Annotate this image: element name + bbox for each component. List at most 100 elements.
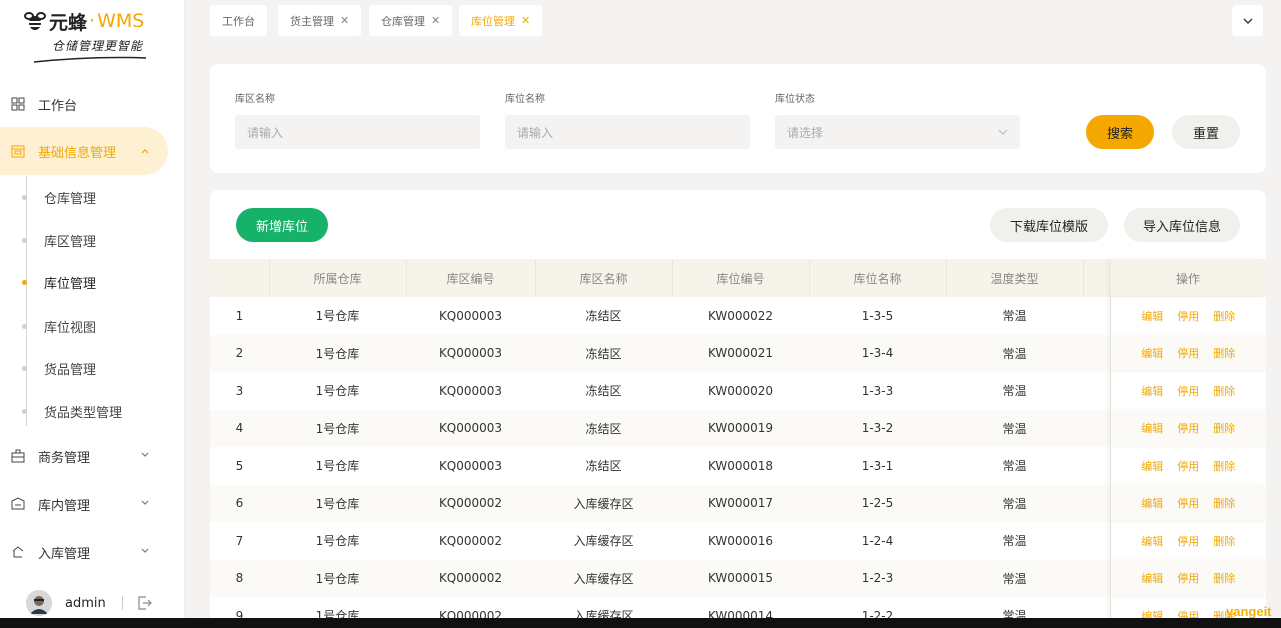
table-row[interactable]: 4 1号仓库 KQ000003 冻结区 KW000019 1-3-2 常温 编辑 停用 删除: [210, 409, 1266, 447]
edit-link[interactable]: 编辑: [1141, 310, 1163, 323]
delete-link[interactable]: 删除: [1213, 422, 1235, 435]
table-row[interactable]: 1 1号仓库 KQ000003 冻结区 KW000022 1-3-5 常温 编辑 停用 删除: [210, 297, 1266, 335]
row-operations: 编辑 停用 删除: [1109, 372, 1266, 410]
edit-link[interactable]: 编辑: [1141, 572, 1163, 585]
table-row[interactable]: 6 1号仓库 KQ000002 入库缓存区 KW000017 1-2-5 常温 编辑 停用 删除: [210, 484, 1266, 522]
table-row[interactable]: 5 1号仓库 KQ000003 冻结区 KW000018 1-3-1 常温 编辑 停用 删除: [210, 447, 1266, 485]
sidebar-subitem-warehouse[interactable]: 仓库管理: [22, 182, 172, 212]
row-index: 8: [210, 559, 269, 597]
sidebar-item-basic-info[interactable]: 基础信息管理: [0, 127, 168, 175]
sidebar-subitem-label: 库区管理: [44, 234, 97, 250]
row-spacer: [1083, 409, 1110, 447]
chevron-down-icon: [141, 548, 149, 553]
tab-location-management[interactable]: 库位管理 ✕: [459, 5, 543, 36]
tab-menu-button[interactable]: [1232, 5, 1263, 36]
sidebar-subitem-location[interactable]: 库位管理: [22, 267, 172, 297]
row-area-code: KQ000003: [438, 458, 503, 473]
table-row[interactable]: 8 1号仓库 KQ000002 入库缓存区 KW000015 1-2-3 常温 编辑 停用 删除: [210, 559, 1266, 597]
location-table: 所属仓库 库区编号 库区名称 库位编号 库位名称 温度类型 操作 1 1号仓库 KQ…: [210, 259, 1266, 628]
disable-link[interactable]: 停用: [1177, 460, 1199, 473]
disable-link[interactable]: 停用: [1177, 535, 1199, 548]
row-temperature: 常温: [1002, 384, 1027, 399]
disable-link[interactable]: 停用: [1177, 347, 1199, 360]
import-location-button[interactable]: 导入库位信息: [1124, 208, 1240, 242]
sidebar-subitem-location-view[interactable]: 库位视图: [22, 311, 172, 341]
table-row[interactable]: 3 1号仓库 KQ000003 冻结区 KW000020 1-3-3 常温 编辑 停用 删除: [210, 372, 1266, 410]
delete-link[interactable]: 删除: [1213, 385, 1235, 398]
disable-link[interactable]: 停用: [1177, 310, 1199, 323]
edit-link[interactable]: 编辑: [1141, 422, 1163, 435]
bullet-dot: [22, 323, 27, 329]
table-row[interactable]: 7 1号仓库 KQ000002 入库缓存区 KW000016 1-2-4 常温 编辑 停用 删除: [210, 522, 1266, 560]
edit-link[interactable]: 编辑: [1141, 347, 1163, 360]
bullet-dot: [22, 279, 27, 285]
brand-slogan: 仓储管理更智能: [52, 39, 144, 53]
tab-owner-management[interactable]: 货主管理 ✕: [278, 5, 362, 36]
sidebar-item-inventory[interactable]: 库内管理: [0, 482, 168, 526]
row-location-code: KW000020: [707, 383, 774, 398]
box-icon: [10, 496, 26, 512]
row-operations: 编辑 停用 删除: [1109, 297, 1266, 335]
edit-link[interactable]: 编辑: [1141, 460, 1163, 473]
search-button[interactable]: 搜索: [1086, 115, 1154, 149]
disable-link[interactable]: 停用: [1177, 422, 1199, 435]
tab-warehouse-management[interactable]: 仓库管理 ✕: [369, 5, 453, 36]
sidebar-item-dashboard[interactable]: 工作台: [0, 82, 168, 126]
location-status-placeholder: 请选择: [787, 125, 824, 140]
row-temperature: 常温: [1002, 534, 1027, 549]
brand-logo[interactable]: 元蜂 · WMS 仓储管理更智能: [24, 8, 164, 68]
location-name-input[interactable]: 请输入: [505, 115, 750, 149]
area-name-input[interactable]: 请输入: [235, 115, 480, 149]
edit-link[interactable]: 编辑: [1141, 535, 1163, 548]
delete-link[interactable]: 删除: [1213, 535, 1235, 548]
close-icon[interactable]: ✕: [431, 14, 440, 27]
delete-link[interactable]: 删除: [1213, 497, 1235, 510]
logout-icon[interactable]: [137, 595, 153, 611]
add-location-button[interactable]: 新增库位: [236, 208, 328, 242]
column-header-spacer: [1083, 259, 1111, 297]
table-row[interactable]: 2 1号仓库 KQ000003 冻结区 KW000021 1-3-4 常温 编辑 停用 删除: [210, 334, 1266, 372]
edit-link[interactable]: 编辑: [1141, 497, 1163, 510]
close-icon[interactable]: ✕: [521, 14, 530, 27]
delete-link[interactable]: 删除: [1213, 347, 1235, 360]
sidebar-item-business[interactable]: 商务管理: [0, 434, 168, 478]
row-location-code: KW000021: [672, 334, 809, 372]
area-name-label: 库区名称: [235, 94, 275, 105]
close-icon[interactable]: ✕: [340, 14, 349, 27]
delete-link[interactable]: 删除: [1213, 572, 1235, 585]
row-warehouse: 1号仓库: [269, 334, 406, 372]
briefcase-icon: [10, 448, 26, 464]
brand-dot: ·: [89, 10, 96, 32]
brand-name-en: WMS: [97, 10, 145, 32]
slogan-underline: [33, 56, 147, 63]
location-status-select[interactable]: 请选择: [775, 115, 1020, 149]
edit-link[interactable]: 编辑: [1141, 385, 1163, 398]
sidebar-subitem-goods[interactable]: 货品管理: [22, 353, 172, 383]
row-area-name: 冻结区: [535, 409, 672, 447]
row-index: 7: [235, 533, 244, 548]
reset-button[interactable]: 重置: [1172, 115, 1240, 149]
row-operations: 编辑 停用 删除: [1109, 559, 1266, 597]
row-location-code: KW000019: [672, 409, 809, 447]
delete-link[interactable]: 删除: [1213, 310, 1235, 323]
row-spacer: [1083, 522, 1110, 560]
filter-card: 库区名称 请输入 库位名称 请输入 库位状态 请选择 搜索 重置: [210, 64, 1266, 173]
disable-link[interactable]: 停用: [1177, 385, 1199, 398]
row-operations: 编辑 停用 删除: [1109, 334, 1266, 372]
avatar[interactable]: [26, 590, 52, 616]
row-area-name: 冻结区: [585, 309, 622, 324]
sidebar-subitem-goods-type[interactable]: 货品类型管理: [22, 396, 172, 426]
sidebar-subitem-label: 库位视图: [44, 320, 97, 336]
disable-link[interactable]: 停用: [1177, 497, 1199, 510]
bullet-dot: [22, 365, 27, 371]
disable-link[interactable]: 停用: [1177, 572, 1199, 585]
row-temperature: 常温: [946, 409, 1083, 447]
sidebar-item-inbound[interactable]: 入库管理: [0, 530, 168, 574]
column-header-index: [210, 259, 270, 297]
delete-link[interactable]: 删除: [1213, 460, 1235, 473]
tab-dashboard[interactable]: 工作台: [210, 5, 267, 36]
download-template-button[interactable]: 下载库位模版: [990, 208, 1108, 242]
sidebar-subitem-area[interactable]: 库区管理: [22, 225, 172, 255]
column-header-area-name: 库区名称: [535, 259, 673, 297]
row-area-name: 入库缓存区: [535, 559, 672, 597]
